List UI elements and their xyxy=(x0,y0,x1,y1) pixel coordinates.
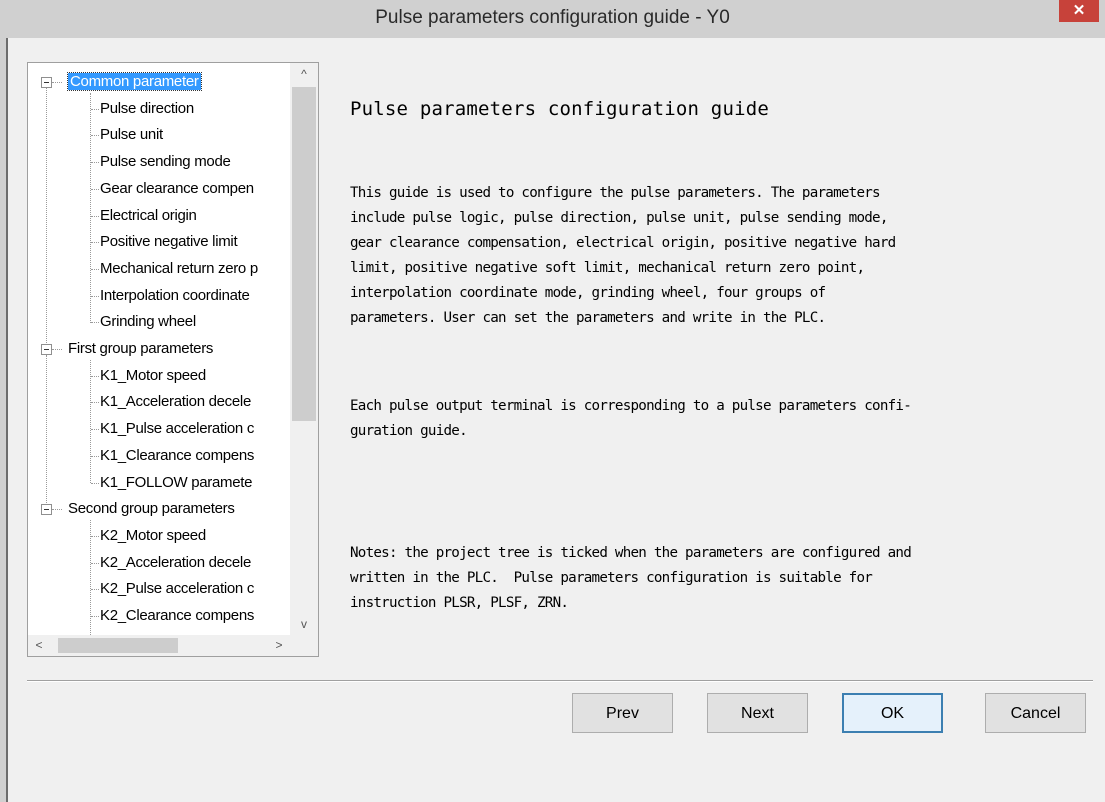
tree-connector xyxy=(91,215,99,217)
guide-terminal-paragraph: Each pulse output terminal is correspond… xyxy=(350,398,912,439)
button-separator xyxy=(27,680,1093,682)
tree-item[interactable]: K1_Clearance compens xyxy=(100,443,254,469)
tree-item[interactable]: K2_Motor speed xyxy=(100,523,206,549)
tree-item[interactable]: K1_Motor speed xyxy=(100,363,206,389)
tree-group-0[interactable]: Common parameter xyxy=(67,69,202,95)
tree-connector xyxy=(90,359,91,484)
tree-item[interactable]: K1_FOLLOW paramete xyxy=(100,470,252,496)
tree-connector xyxy=(91,322,99,324)
close-button[interactable]: ✕ xyxy=(1059,0,1099,22)
collapse-icon[interactable] xyxy=(41,504,52,516)
tree-connector xyxy=(91,482,99,484)
tree-connector xyxy=(91,135,99,137)
guide-notes-paragraph: Notes: the project tree is ticked when t… xyxy=(350,545,912,611)
tree-connector xyxy=(91,268,99,270)
tree-connector xyxy=(52,82,62,83)
window-title: Pulse parameters configuration guide - Y… xyxy=(375,7,730,28)
tree-connector xyxy=(91,295,99,297)
tree-item[interactable]: Positive negative limit xyxy=(100,229,238,255)
tree-connector xyxy=(91,429,99,431)
tree-connector xyxy=(91,535,99,537)
scroll-down-icon[interactable]: v xyxy=(290,613,318,635)
scroll-up-icon[interactable]: ^ xyxy=(290,63,318,85)
tree-connector xyxy=(91,242,99,244)
tree-connector xyxy=(52,349,62,350)
scroll-left-icon[interactable]: < xyxy=(28,635,50,656)
project-tree-panel[interactable]: Common parameter Pulse direction Pulse uni… xyxy=(27,62,319,657)
tree-group-2[interactable]: Second group parameters xyxy=(68,496,235,522)
tree-connector xyxy=(90,92,91,323)
next-button[interactable]: Next xyxy=(707,693,808,733)
tree-connector xyxy=(91,616,99,617)
tree-connector xyxy=(91,162,99,164)
window-frame-left xyxy=(0,38,8,802)
tree-item[interactable]: Interpolation coordinate xyxy=(100,283,250,309)
tree-group-1[interactable]: First group parameters xyxy=(68,336,213,362)
tree-group-label: First group parameters xyxy=(68,340,214,357)
tree-connector xyxy=(91,455,99,457)
collapse-icon[interactable] xyxy=(41,344,52,355)
scrollbar-corner xyxy=(290,635,318,656)
tree-item[interactable]: K1_Pulse acceleration c xyxy=(100,416,254,442)
tree-connector xyxy=(46,88,47,343)
tree-item[interactable]: Pulse unit xyxy=(100,122,163,148)
tree-connector xyxy=(91,402,99,404)
tree-item[interactable]: K2_Pulse acceleration c xyxy=(100,576,254,602)
tree-item[interactable]: K1_Acceleration decele xyxy=(100,389,251,415)
tree-list[interactable]: Common parameter Pulse direction Pulse uni… xyxy=(28,63,290,635)
tree-item[interactable]: Gear clearance compen xyxy=(100,176,254,202)
scroll-right-icon[interactable]: > xyxy=(268,635,290,656)
prev-button[interactable]: Prev xyxy=(572,693,673,733)
tree-item[interactable]: Electrical origin xyxy=(100,203,197,229)
horizontal-scroll-thumb[interactable] xyxy=(58,638,178,653)
tree-connector xyxy=(46,355,47,504)
tree-item[interactable]: Pulse direction xyxy=(100,96,194,122)
tree-horizontal-scrollbar[interactable]: < > xyxy=(28,635,290,656)
tree-item[interactable]: K2_Acceleration decele xyxy=(100,550,251,576)
tree-connector xyxy=(91,375,99,377)
tree-item[interactable]: K2_Clearance compens xyxy=(100,603,254,629)
tree-vertical-scrollbar[interactable]: ^ v xyxy=(290,63,318,635)
guide-intro-paragraph: This guide is used to configure the puls… xyxy=(350,185,896,326)
ok-button[interactable]: OK xyxy=(842,693,943,733)
title-bar: Pulse parameters configuration guide - Y… xyxy=(0,0,1105,39)
tree-connector xyxy=(91,562,99,564)
tree-connector xyxy=(90,519,91,635)
tree-item[interactable]: Mechanical return zero p xyxy=(100,256,258,282)
cancel-button[interactable]: Cancel xyxy=(985,693,1086,733)
tree-connector xyxy=(91,589,99,591)
tree-group-label: Second group parameters xyxy=(68,500,235,518)
vertical-scroll-thumb[interactable] xyxy=(292,87,316,421)
tree-item[interactable]: Grinding wheel xyxy=(100,309,196,335)
tree-connector xyxy=(91,108,99,110)
tree-connector xyxy=(91,188,99,190)
tree-item[interactable]: Pulse sending mode xyxy=(100,149,231,175)
collapse-icon[interactable] xyxy=(41,77,52,88)
tree-group-label: Common parameter xyxy=(67,72,202,91)
guide-heading: Pulse parameters configuration guide xyxy=(350,98,770,120)
tree-connector xyxy=(52,509,62,511)
